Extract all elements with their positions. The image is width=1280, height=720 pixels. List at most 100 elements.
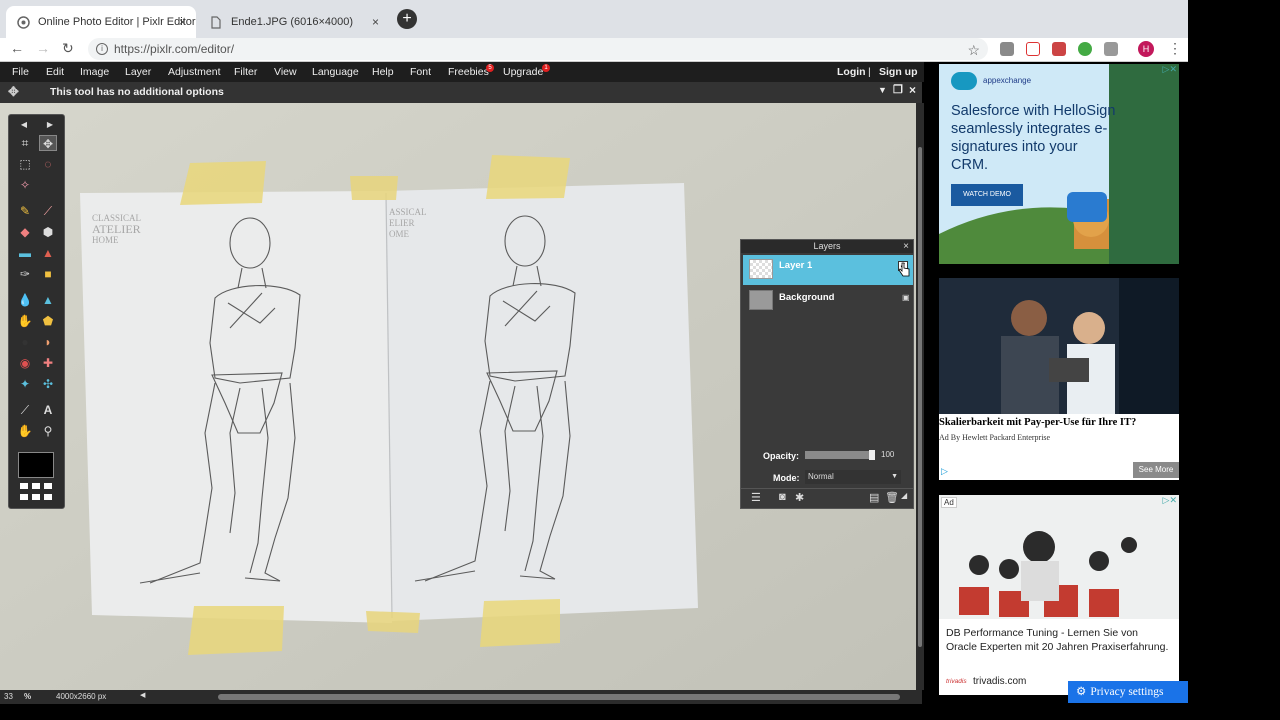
gmail-extension-icon[interactable] [1026, 42, 1040, 56]
profile-avatar[interactable]: H [1138, 41, 1154, 57]
opacity-label: Opacity: [763, 451, 800, 461]
forward-button[interactable]: → [36, 40, 50, 56]
close-tab-icon[interactable]: × [372, 15, 379, 29]
reload-button[interactable]: ↻ [62, 40, 74, 57]
ad-choices-icon[interactable]: ▷✕ [1163, 495, 1177, 506]
vertical-scrollbar[interactable] [916, 103, 924, 690]
zoom-value[interactable]: 33 [4, 692, 13, 701]
hpe-ad[interactable]: Skalierbarkeit mit Pay-per-Use für Ihre … [939, 278, 1179, 480]
smudge-tool-icon[interactable]: ✋ [16, 313, 34, 329]
menu-image[interactable]: Image [80, 66, 109, 78]
close-panel-icon[interactable]: × [903, 240, 909, 253]
marquee-tool-icon[interactable]: ⬚ [16, 156, 34, 172]
palette-left-arrow-icon[interactable]: ◀ [15, 117, 33, 133]
close-tab-icon[interactable]: × [179, 15, 186, 29]
see-more-button[interactable]: See More [1133, 462, 1179, 478]
spot-heal-tool-icon[interactable]: ✚ [39, 355, 57, 371]
blur-tool-icon[interactable]: 💧 [16, 292, 34, 308]
zoom-tool-icon[interactable]: ⚲ [39, 423, 57, 439]
layer-thumbnail [749, 259, 773, 279]
menu-layer[interactable]: Layer [125, 66, 151, 78]
new-layer-icon[interactable]: ▤ [869, 491, 879, 504]
trivadis-ad[interactable]: Ad ▷✕ DB Performance Tuning - Lernen Sie… [939, 495, 1179, 695]
menu-language[interactable]: Language [312, 66, 359, 78]
cursor-hand-icon [898, 262, 910, 278]
gradient-tool-icon[interactable]: ▬ [16, 245, 34, 261]
brush-tool-icon[interactable]: ⟋ [39, 203, 57, 219]
browser-tab-strip: Online Photo Editor | Pixlr Editor × End… [0, 0, 1188, 38]
sponge-tool-icon[interactable]: ⬟ [39, 313, 57, 329]
pdf-extension-icon[interactable] [1052, 42, 1066, 56]
ad-domain[interactable]: trivadis.com [973, 676, 1026, 687]
vertical-scroll-thumb[interactable] [918, 147, 922, 647]
scroll-left-icon[interactable]: ◀ [140, 691, 145, 699]
delete-layer-icon[interactable]: 🗑 [885, 491, 899, 504]
ad-choices-icon[interactable]: ▷✕ [1163, 64, 1177, 75]
new-tab-button[interactable]: + [397, 9, 417, 29]
magic-wand-icon[interactable]: ✧ [16, 177, 34, 193]
tab-pixlr-editor[interactable]: Online Photo Editor | Pixlr Editor × [6, 6, 196, 38]
bloat-tool-icon[interactable]: ✦ [16, 376, 34, 392]
grid-view-icon[interactable] [18, 483, 54, 503]
move-tool-icon[interactable]: ✥ [39, 135, 57, 151]
dodge-tool-icon[interactable]: ◗ [39, 334, 57, 350]
clone-tool-icon[interactable]: ⟋ [16, 402, 34, 418]
image-dimensions: 4000x2660 px [56, 692, 107, 701]
chrome-extension-icon[interactable] [1078, 42, 1092, 56]
bookmark-star-icon[interactable]: ☆ [967, 39, 980, 61]
privacy-settings-button[interactable]: ⚙ Privacy settings [1068, 681, 1188, 703]
sharpen-tool-icon[interactable]: ▲ [39, 292, 57, 308]
menu-separator: | [868, 66, 871, 78]
layer-row-background[interactable]: Background ▣ [743, 287, 913, 315]
blend-mode-select[interactable]: Normal ▼ [805, 470, 901, 484]
menu-filter[interactable]: Filter [234, 66, 257, 78]
layer-styles-icon[interactable]: ✱ [795, 491, 804, 504]
pencil-tool-icon[interactable]: ✎ [16, 203, 34, 219]
salesforce-ad[interactable]: appexchange ▷✕ Salesforce with HelloSign… [939, 64, 1179, 264]
layer-settings-icon[interactable]: ☰ [751, 491, 761, 504]
stamp-tool-icon[interactable]: ▲ [39, 245, 57, 261]
back-button[interactable]: ← [10, 40, 24, 56]
eraser-tool-icon[interactable]: ◆ [16, 224, 34, 240]
resize-grip-icon[interactable]: ◢ [901, 491, 907, 500]
tab-image-file[interactable]: Ende1.JPG (6016×4000) × [199, 6, 389, 38]
layer-mask-icon[interactable]: ◙ [779, 491, 786, 503]
puzzle-extension-icon[interactable] [1104, 42, 1118, 56]
drawing-tool-icon[interactable]: ■ [39, 266, 57, 282]
crop-tool-icon[interactable]: ⌗ [16, 135, 34, 151]
redeye-tool-icon[interactable]: ◉ [16, 355, 34, 371]
opacity-slider[interactable] [805, 450, 875, 460]
address-bar[interactable]: i https://pixlr.com/editor/ ☆ [88, 38, 988, 60]
layer-row-layer-1[interactable]: Layer 1 ✓ [743, 255, 913, 285]
hand-tool-icon[interactable]: ✋ [16, 423, 34, 439]
browser-menu-icon[interactable]: ⋮ [1168, 40, 1182, 57]
menu-edit[interactable]: Edit [46, 66, 64, 78]
color-swatch[interactable] [18, 452, 54, 478]
pinch-tool-icon[interactable]: ✣ [39, 376, 57, 392]
menu-adjustment[interactable]: Adjustment [168, 66, 221, 78]
info-icon[interactable]: i [96, 43, 108, 55]
menu-file[interactable]: File [12, 66, 29, 78]
menu-help[interactable]: Help [372, 66, 394, 78]
close-window-icon[interactable]: × [909, 83, 916, 97]
menu-view[interactable]: View [274, 66, 297, 78]
restore-window-icon[interactable]: ❐ [893, 83, 903, 96]
burn-tool-icon[interactable]: ● [16, 334, 34, 350]
palette-right-arrow-icon[interactable]: ▶ [41, 117, 59, 133]
app-window: { "browser": { "tabs": [ {"title": "Onli… [0, 0, 1280, 720]
lasso-tool-icon[interactable]: ◌ [39, 156, 57, 172]
colorpicker-tool-icon[interactable]: ✑ [16, 266, 34, 282]
bucket-tool-icon[interactable]: ⬢ [39, 224, 57, 240]
abp-extension-icon[interactable] [1000, 42, 1014, 56]
signup-link[interactable]: Sign up [879, 66, 918, 78]
menu-upgrade[interactable]: Upgrade [503, 66, 543, 78]
menu-freebies[interactable]: Freebies [448, 66, 489, 78]
login-link[interactable]: Login [837, 66, 866, 78]
opacity-slider-handle[interactable] [869, 450, 875, 460]
horizontal-scroll-thumb[interactable] [218, 694, 900, 700]
text-tool-icon[interactable]: A [39, 402, 57, 418]
adchoices-icon[interactable]: ▷ [941, 466, 948, 477]
menu-font[interactable]: Font [410, 66, 431, 78]
watch-demo-button[interactable]: WATCH DEMO [951, 184, 1023, 206]
collapse-icon[interactable]: ▼ [878, 85, 887, 95]
